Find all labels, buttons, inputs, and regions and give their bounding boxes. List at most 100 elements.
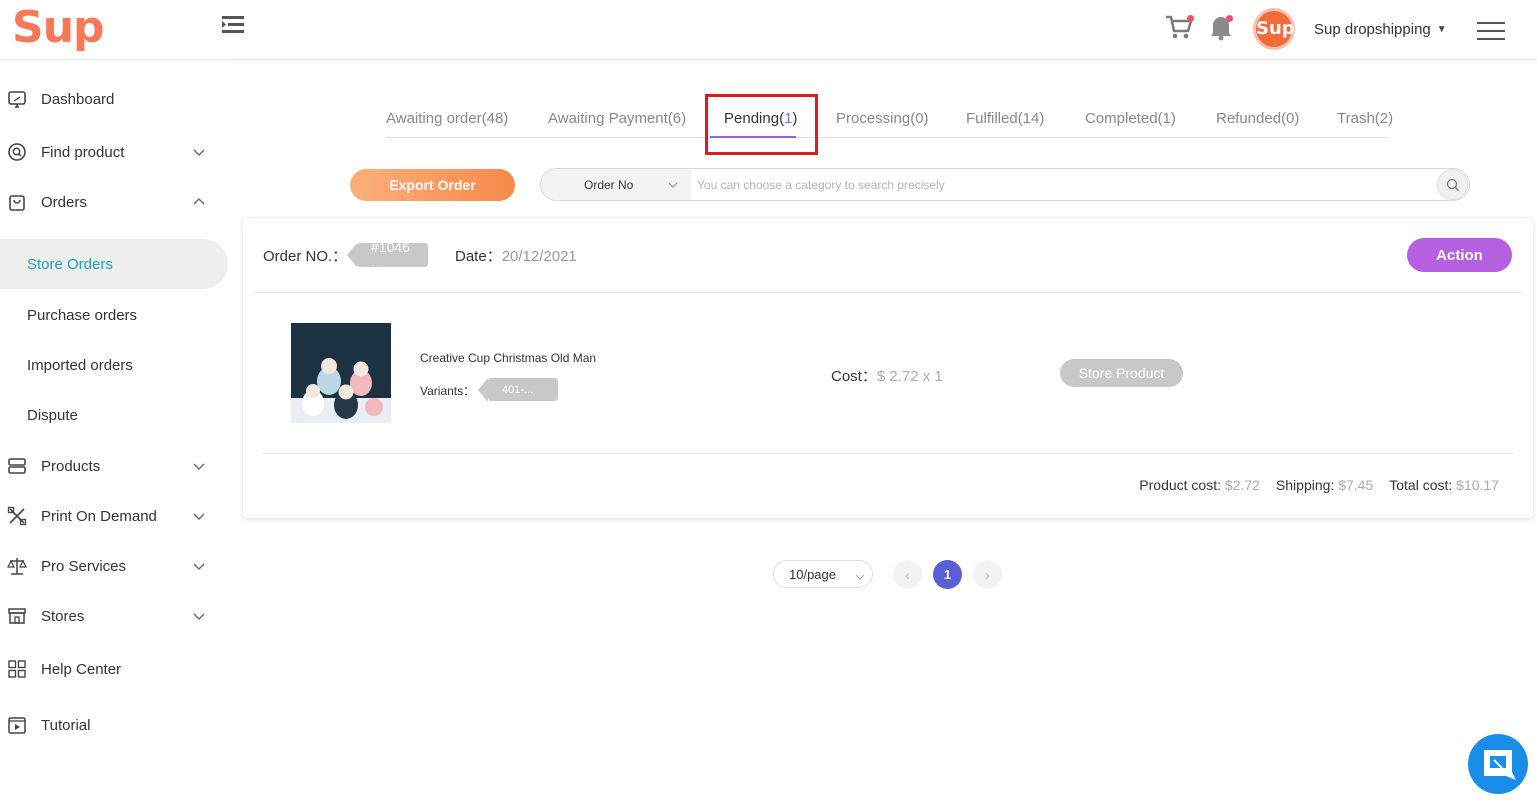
- action-button[interactable]: Action: [1407, 238, 1512, 272]
- sidebar-item-label: Products: [41, 457, 101, 475]
- chevron-up-icon: [192, 195, 206, 209]
- sidebar-item-products[interactable]: Products: [0, 446, 232, 486]
- variants-label: Variants：: [420, 384, 476, 398]
- sidebar-item-find-product[interactable]: Find product: [0, 132, 232, 172]
- sidebar-item-label: Print On Demand: [41, 507, 157, 525]
- tab-fulfilled[interactable]: Fulfilled(14): [966, 110, 1044, 127]
- tab-trash[interactable]: Trash(2): [1337, 110, 1393, 127]
- variant-tag[interactable]: 401-...: [478, 378, 558, 402]
- chevron-down-icon: [667, 179, 679, 191]
- shipping-label: Shipping:: [1275, 477, 1335, 493]
- shipping-value: $7.45: [1338, 477, 1374, 493]
- tools-icon: [7, 506, 27, 526]
- page-size-select[interactable]: 10/page: [773, 560, 873, 588]
- product-cost-value: $2.72: [1224, 477, 1260, 493]
- tab-awaiting-order[interactable]: Awaiting order(48): [386, 110, 508, 127]
- page-button-current[interactable]: 1: [933, 560, 962, 589]
- search-icon[interactable]: [1437, 169, 1468, 200]
- account-name: Sup dropshipping: [1314, 21, 1431, 38]
- chevron-down-icon: [855, 570, 865, 580]
- sidebar-subitem-label: Dispute: [27, 406, 78, 424]
- sidebar-item-label: Pro Services: [41, 557, 127, 575]
- order-no-tag[interactable]: #1046 ...: [347, 239, 428, 271]
- sidebar-item-pro-services[interactable]: Pro Services: [0, 546, 232, 586]
- sidebar-item-label: Tutorial: [41, 716, 91, 734]
- bell-icon[interactable]: [1207, 12, 1235, 42]
- video-icon: [7, 715, 27, 735]
- sidebar-item-dashboard[interactable]: Dashboard: [0, 79, 232, 119]
- logo[interactable]: Sup: [12, 2, 105, 53]
- top-bar: Sup Sup Sup dropshipping ▼: [0, 0, 1537, 60]
- sidebar-item-label: Find product: [41, 143, 125, 161]
- sidebar-subitem-label: Imported orders: [27, 356, 133, 374]
- sidebar-item-label: Help Center: [41, 660, 122, 678]
- sidebar-item-label: Orders: [41, 193, 87, 211]
- caret-down-icon: ▼: [1436, 24, 1447, 35]
- page-size-value: 10/page: [789, 566, 836, 582]
- product-title[interactable]: Creative Cup Christmas Old Man: [420, 351, 596, 365]
- order-no-label: Order NO.：: [263, 248, 348, 265]
- scale-icon: [7, 556, 27, 576]
- prev-page-button[interactable]: ‹: [893, 560, 922, 589]
- order-status-tabs: Awaiting order(48) Awaiting Payment(6) P…: [386, 100, 1393, 138]
- chevron-down-icon: [192, 459, 206, 473]
- sidebar-item-help-center[interactable]: Help Center: [0, 649, 232, 689]
- divider: [253, 292, 1523, 293]
- cart-notification-dot: [1187, 15, 1194, 22]
- order-date: Date：20/12/2021: [455, 245, 577, 266]
- total-cost-value: $10.17: [1456, 477, 1499, 493]
- chevron-down-icon: [192, 145, 206, 159]
- search-input[interactable]: [693, 170, 1433, 199]
- avatar[interactable]: Sup: [1253, 8, 1295, 50]
- cart-icon[interactable]: [1164, 12, 1194, 42]
- sidebar-subitem-purchase-orders[interactable]: Purchase orders: [0, 290, 228, 340]
- order-totals: Product cost: $2.72 Shipping: $7.45 Tota…: [1139, 477, 1499, 493]
- sidebar-item-stores[interactable]: Stores: [0, 596, 232, 636]
- grid-icon: [7, 659, 27, 679]
- chevron-down-icon: [192, 559, 206, 573]
- bag-icon: [7, 192, 27, 212]
- sidebar-item-label: Stores: [41, 607, 85, 625]
- tab-awaiting-payment[interactable]: Awaiting Payment(6): [548, 110, 686, 127]
- date-value: 20/12/2021: [501, 248, 577, 265]
- bell-notification-dot: [1226, 15, 1233, 22]
- sidebar-subitem-label: Purchase orders: [27, 306, 138, 324]
- search-category-value: Order No: [584, 177, 634, 192]
- sidebar-item-orders[interactable]: Orders: [0, 182, 232, 222]
- tab-completed[interactable]: Completed(1): [1085, 110, 1176, 127]
- highlight-annotation-box: [705, 94, 818, 155]
- hamburger-menu-icon[interactable]: [1477, 22, 1505, 42]
- monitor-icon: [7, 89, 27, 109]
- sidebar-item-tutorial[interactable]: Tutorial: [0, 705, 232, 745]
- sidebar-collapse-icon[interactable]: [220, 14, 246, 36]
- cost-label: Cost：: [831, 368, 877, 385]
- sidebar-item-label: Dashboard: [41, 90, 115, 108]
- sidebar-subitem-imported-orders[interactable]: Imported orders: [0, 340, 228, 390]
- export-order-button[interactable]: Export Order: [350, 169, 515, 201]
- account-dropdown[interactable]: Sup dropshipping ▼: [1314, 21, 1447, 38]
- date-label: Date：: [455, 248, 502, 265]
- search-circle-icon: [7, 142, 27, 162]
- search-bar: Order No: [540, 168, 1470, 201]
- chat-icon[interactable]: [1468, 734, 1528, 794]
- chevron-down-icon: [192, 609, 206, 623]
- tab-processing[interactable]: Processing(0): [836, 110, 929, 127]
- store-product-button[interactable]: Store Product: [1060, 359, 1183, 387]
- cost-value: $ 2.72 x 1: [876, 368, 943, 385]
- product-cost-label: Product cost:: [1139, 477, 1221, 493]
- sidebar-item-print-on-demand[interactable]: Print On Demand: [0, 496, 232, 536]
- sidebar: Dashboard Find product Orders Store Orde…: [0, 60, 232, 806]
- tab-refunded[interactable]: Refunded(0): [1216, 110, 1299, 127]
- order-card: Order NO.： #1046 ... Date：20/12/2021 Act…: [243, 218, 1533, 518]
- divider: [263, 453, 1513, 454]
- search-category-select[interactable]: Order No: [541, 169, 691, 200]
- cost: Cost：$ 2.72 x 1: [831, 365, 943, 386]
- sidebar-subitem-store-orders[interactable]: Store Orders: [0, 239, 228, 289]
- chevron-down-icon: [192, 509, 206, 523]
- sidebar-subitem-label: Store Orders: [27, 255, 113, 273]
- sidebar-subitem-dispute[interactable]: Dispute: [0, 390, 228, 440]
- total-cost-label: Total cost:: [1389, 477, 1453, 493]
- product-image[interactable]: [291, 323, 391, 423]
- store-icon: [7, 606, 27, 626]
- next-page-button[interactable]: ›: [973, 560, 1002, 589]
